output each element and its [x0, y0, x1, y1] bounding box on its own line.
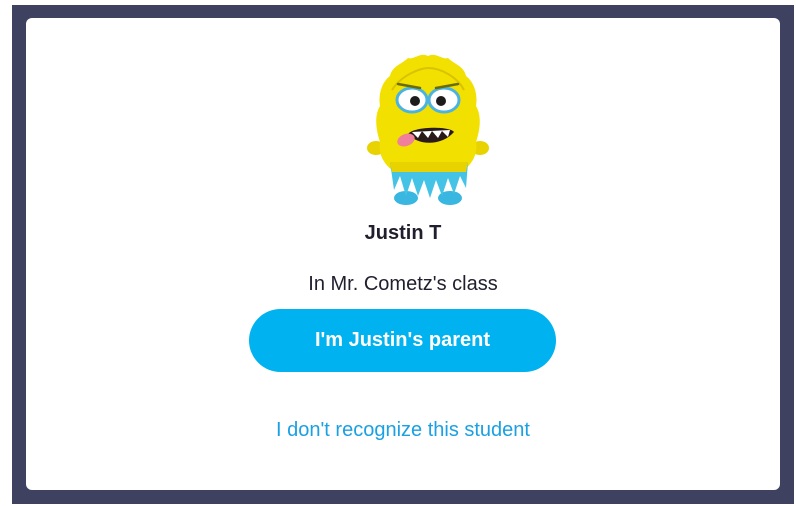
im-parent-button[interactable]: I'm Justin's parent	[249, 309, 556, 372]
student-confirm-card: Justin T In Mr. Cometz's class I'm Justi…	[26, 18, 780, 490]
dont-recognize-link[interactable]: I don't recognize this student	[26, 419, 780, 442]
class-label: In Mr. Cometz's class	[308, 273, 498, 295]
monster-avatar-icon	[367, 54, 489, 205]
student-name: Justin T	[364, 222, 442, 244]
